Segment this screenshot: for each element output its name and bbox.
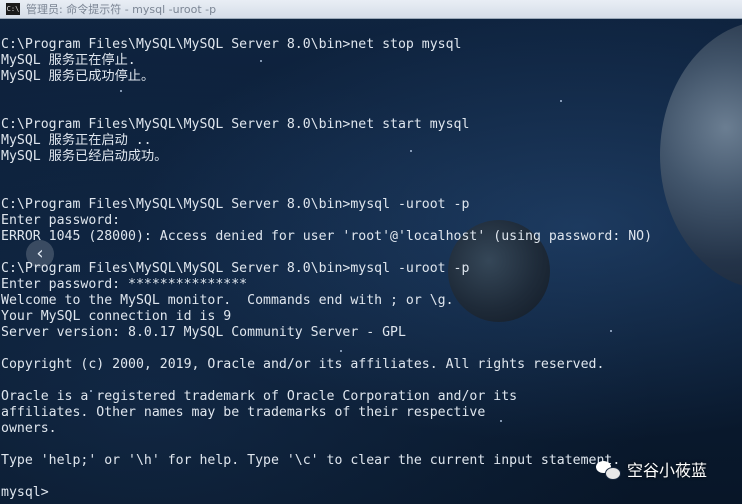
console-line: MySQL 服务正在停止. [1, 53, 136, 68]
cmd-icon: C:\ [6, 3, 20, 15]
console-window: C:\ 管理员: 命令提示符 - mysql -uroot -p C:\Prog… [0, 0, 742, 504]
mysql-prompt: mysql> [1, 485, 49, 500]
window-title: 管理员: 命令提示符 - mysql -uroot -p [26, 3, 217, 16]
console-line: C:\Program Files\MySQL\MySQL Server 8.0\… [1, 261, 470, 276]
console-line: Enter password: [1, 213, 121, 228]
title-bar[interactable]: C:\ 管理员: 命令提示符 - mysql -uroot -p [0, 0, 742, 19]
console-line: Enter password: *************** [1, 277, 248, 292]
console-line: Your MySQL connection id is 9 [1, 309, 232, 324]
console-output[interactable]: C:\Program Files\MySQL\MySQL Server 8.0\… [1, 37, 741, 501]
console-line: C:\Program Files\MySQL\MySQL Server 8.0\… [1, 37, 462, 52]
console-line: affiliates. Other names may be trademark… [1, 405, 486, 420]
console-line: Oracle is a registered trademark of Orac… [1, 389, 518, 404]
console-line: C:\Program Files\MySQL\MySQL Server 8.0\… [1, 197, 470, 212]
watermark-text: 空谷小莜蓝 [627, 461, 708, 480]
console-line: Server version: 8.0.17 MySQL Community S… [1, 325, 406, 340]
console-line: MySQL 服务已成功停止。 [1, 69, 155, 84]
console-line: Welcome to the MySQL monitor. Commands e… [1, 293, 454, 308]
watermark: 空谷小莜蓝 [596, 457, 707, 481]
console-line: C:\Program Files\MySQL\MySQL Server 8.0\… [1, 117, 470, 132]
console-line: Copyright (c) 2000, 2019, Oracle and/or … [1, 357, 605, 372]
console-line: owners. [1, 421, 57, 436]
previous-arrow-button[interactable]: ‹ [26, 240, 54, 268]
console-line: ERROR 1045 (28000): Access denied for us… [1, 229, 653, 244]
wechat-icon [596, 459, 621, 480]
console-line: MySQL 服务正在启动 .. [1, 133, 152, 148]
console-line: MySQL 服务已经启动成功。 [1, 149, 168, 164]
